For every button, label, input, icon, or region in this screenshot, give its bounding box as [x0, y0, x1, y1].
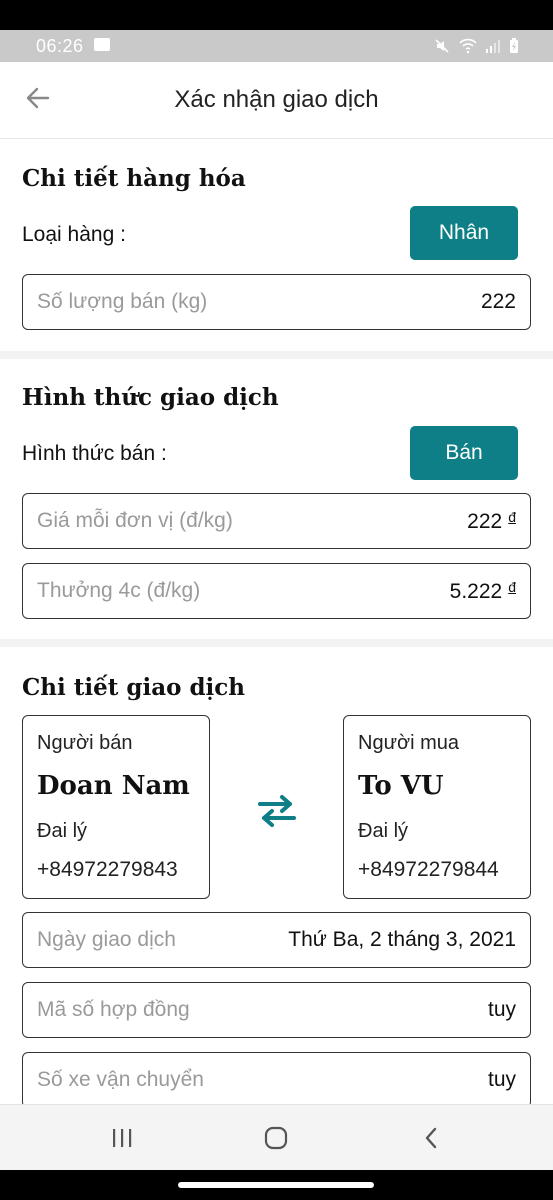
goods-section: Chi tiết hàng hóa Loại hàng : Nhân Số lư…	[0, 139, 553, 351]
home-icon[interactable]	[264, 1126, 288, 1150]
quantity-field[interactable]: Số lượng bán (kg) 222	[22, 274, 531, 330]
mute-icon	[435, 39, 450, 53]
system-nav-bar	[0, 1104, 553, 1171]
goods-type-label: Loại hàng :	[22, 223, 126, 246]
unit-price-value-wrap: 222 đ	[467, 509, 516, 534]
details-section-title: Chi tiết giao dịch	[22, 674, 246, 701]
date-field[interactable]: Ngày giao dịch Thứ Ba, 2 tháng 3, 2021	[22, 912, 531, 968]
quantity-placeholder: Số lượng bán (kg)	[37, 290, 208, 313]
signal-icon	[485, 40, 500, 54]
buyer-type: Đai lý	[358, 820, 409, 842]
goods-section-title: Chi tiết hàng hóa	[22, 165, 246, 192]
buyer-phone: +84972279844	[358, 858, 499, 881]
date-placeholder: Ngày giao dịch	[37, 928, 176, 951]
quantity-value: 222	[480, 290, 516, 313]
chevron-left-icon[interactable]	[420, 1126, 444, 1150]
bonus-value: 5.222	[449, 580, 503, 603]
page-title: Xác nhận giao dịch	[174, 86, 379, 113]
contract-value: tuy	[487, 998, 516, 1021]
seller-phone: +84972279843	[37, 858, 178, 881]
vehicle-value: tuy	[487, 1068, 516, 1091]
battery-icon	[510, 38, 518, 54]
trade-method-button[interactable]: Bán	[410, 426, 518, 480]
status-time: 06:26	[36, 36, 84, 56]
status-bar: 06:26	[0, 30, 553, 62]
goods-type-button[interactable]: Nhân	[410, 206, 518, 260]
contract-placeholder: Mã số hợp đồng	[37, 998, 190, 1021]
recent-apps-icon[interactable]	[110, 1127, 134, 1149]
unit-price-value: 222	[467, 510, 503, 533]
bonus-value-wrap: 5.222 đ	[450, 579, 516, 604]
gallery-icon	[94, 38, 110, 51]
app-bar: Xác nhận giao dịch	[0, 62, 553, 139]
top-bezel	[0, 0, 553, 30]
buyer-card[interactable]: Người mua To VU Đai lý +84972279844	[343, 715, 531, 899]
seller-role: Người bán	[37, 732, 133, 754]
buyer-role: Người mua	[358, 732, 459, 754]
contract-field[interactable]: Mã số hợp đồng tuy	[22, 982, 531, 1038]
swap-arrows-icon[interactable]	[256, 793, 298, 829]
content-scroll-area[interactable]: Chi tiết hàng hóa Loại hàng : Nhân Số lư…	[0, 139, 553, 1104]
unit-price-placeholder: Giá mỗi đơn vị (đ/kg)	[37, 509, 233, 532]
status-icons	[434, 37, 519, 54]
trade-section-title: Hình thức giao dịch	[22, 384, 279, 411]
vehicle-placeholder: Số xe vận chuyển	[37, 1068, 204, 1091]
unit-price-currency: đ	[508, 509, 516, 525]
details-section: Chi tiết giao dịch Người bán Doan Nam Đa…	[0, 647, 553, 1104]
bonus-placeholder: Thưởng 4c (đ/kg)	[37, 579, 201, 602]
date-value: Thứ Ba, 2 tháng 3, 2021	[288, 928, 516, 951]
vehicle-field[interactable]: Số xe vận chuyển tuy	[22, 1052, 531, 1104]
trade-method-label: Hình thức bán :	[22, 442, 167, 465]
bonus-currency: đ	[508, 579, 516, 595]
bottom-bezel	[0, 1170, 553, 1200]
bonus-field[interactable]: Thưởng 4c (đ/kg) 5.222 đ	[22, 563, 531, 619]
home-indicator[interactable]	[178, 1182, 374, 1188]
wifi-icon	[459, 38, 477, 54]
phone-screen: 06:26 Xác nhận giao dịch Chi tiết hàng h…	[0, 0, 553, 1200]
unit-price-field[interactable]: Giá mỗi đơn vị (đ/kg) 222 đ	[22, 493, 531, 549]
trade-section: Hình thức giao dịch Hình thức bán : Bán …	[0, 359, 553, 639]
seller-name: Doan Nam	[37, 771, 190, 801]
buyer-name: To VU	[358, 771, 444, 801]
seller-card[interactable]: Người bán Doan Nam Đai lý +84972279843	[22, 715, 210, 899]
seller-type: Đai lý	[37, 820, 88, 842]
